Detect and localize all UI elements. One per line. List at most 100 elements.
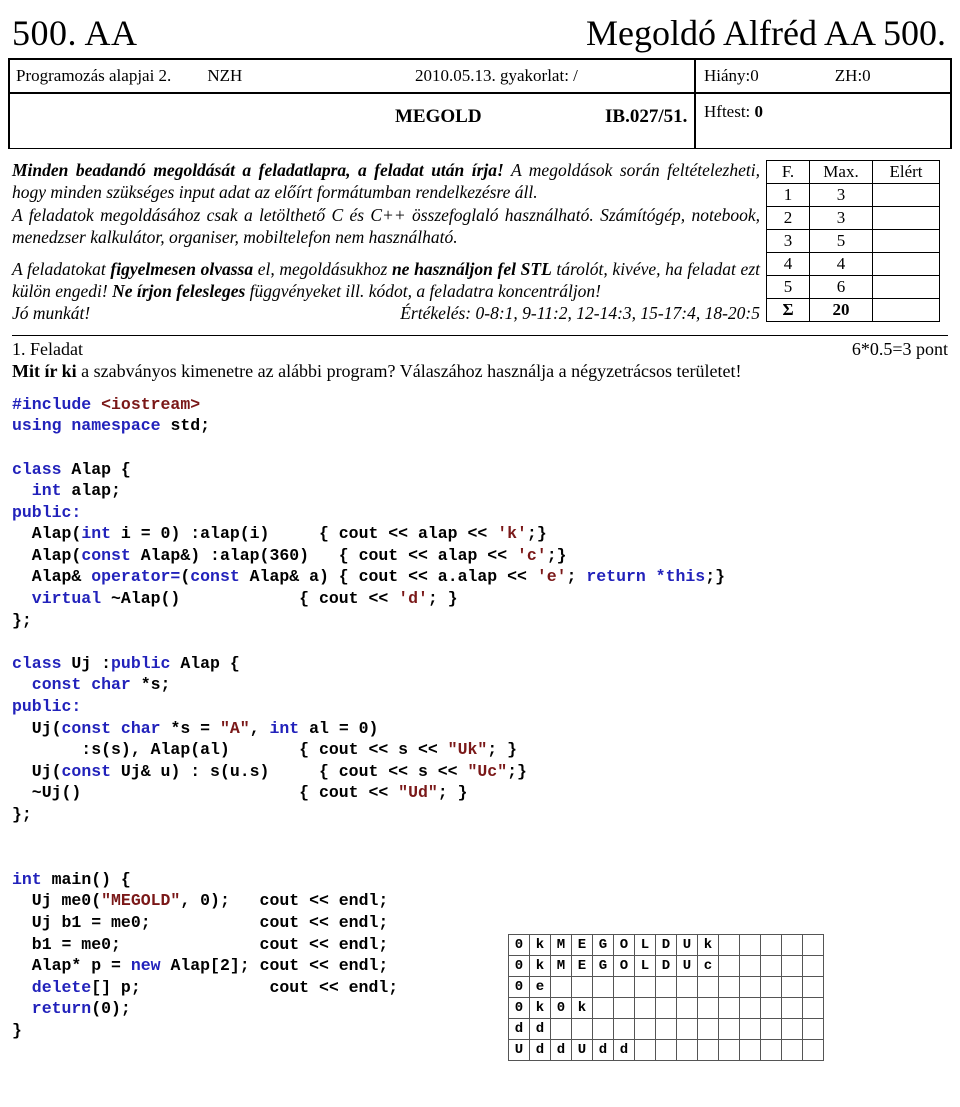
answer-grid-cell[interactable] bbox=[655, 1039, 677, 1061]
answer-grid-cell[interactable] bbox=[739, 1018, 761, 1040]
answer-grid-cell[interactable] bbox=[676, 997, 698, 1019]
answer-grid-cell[interactable]: d bbox=[508, 1018, 530, 1040]
answer-grid-cell[interactable] bbox=[718, 934, 740, 956]
answer-grid-cell[interactable] bbox=[781, 976, 803, 998]
answer-grid-cell[interactable] bbox=[718, 1039, 740, 1061]
answer-grid-cell[interactable] bbox=[802, 955, 824, 977]
answer-grid-cell[interactable] bbox=[802, 976, 824, 998]
answer-grid-cell[interactable] bbox=[571, 1018, 593, 1040]
score-row-3-elert[interactable] bbox=[872, 229, 940, 253]
answer-grid-cell[interactable] bbox=[592, 997, 614, 1019]
answer-grid-cell[interactable] bbox=[634, 1039, 656, 1061]
answer-grid-cell[interactable] bbox=[760, 1018, 782, 1040]
answer-grid-table[interactable]: 0kMEGOLDUk0kMEGOLDUc0e0k0kddUddUdd bbox=[508, 934, 824, 1061]
answer-grid-cell[interactable] bbox=[760, 955, 782, 977]
answer-grid-cell[interactable]: c bbox=[697, 955, 719, 977]
answer-grid-cell[interactable]: e bbox=[529, 976, 551, 998]
answer-grid-cell[interactable]: d bbox=[529, 1018, 551, 1040]
answer-grid-cell[interactable] bbox=[655, 1018, 677, 1040]
answer-grid-cell[interactable] bbox=[697, 997, 719, 1019]
answer-grid-cell[interactable]: k bbox=[571, 997, 593, 1019]
answer-grid-cell[interactable] bbox=[781, 1018, 803, 1040]
answer-grid-cell[interactable]: U bbox=[676, 955, 698, 977]
answer-grid-cell[interactable]: k bbox=[529, 934, 551, 956]
hftest-label: Hftest: bbox=[704, 102, 751, 121]
answer-grid-cell[interactable] bbox=[550, 1018, 572, 1040]
answer-grid-cell[interactable] bbox=[781, 997, 803, 1019]
answer-grid-cell[interactable]: E bbox=[571, 955, 593, 977]
answer-grid-cell[interactable] bbox=[634, 997, 656, 1019]
answer-grid-cell[interactable] bbox=[550, 976, 572, 998]
answer-grid-cell[interactable]: L bbox=[634, 955, 656, 977]
answer-grid-cell[interactable] bbox=[781, 1039, 803, 1061]
answer-grid-cell[interactable] bbox=[760, 1039, 782, 1061]
score-row-4-elert[interactable] bbox=[872, 252, 940, 276]
answer-grid-cell[interactable]: 0 bbox=[508, 976, 530, 998]
score-sum-elert[interactable] bbox=[872, 298, 940, 322]
answer-grid-cell[interactable] bbox=[739, 997, 761, 1019]
answer-grid-cell[interactable] bbox=[802, 934, 824, 956]
answer-grid-cell[interactable]: k bbox=[529, 997, 551, 1019]
answer-grid-cell[interactable] bbox=[760, 997, 782, 1019]
answer-grid-cell[interactable] bbox=[802, 997, 824, 1019]
answer-grid-cell[interactable]: 0 bbox=[550, 997, 572, 1019]
answer-grid-cell[interactable] bbox=[592, 1018, 614, 1040]
answer-grid-cell[interactable]: k bbox=[529, 955, 551, 977]
answer-grid-cell[interactable] bbox=[718, 955, 740, 977]
answer-grid-cell[interactable]: 0 bbox=[508, 934, 530, 956]
answer-grid-cell[interactable] bbox=[739, 976, 761, 998]
answer-grid-cell[interactable]: U bbox=[676, 934, 698, 956]
answer-grid-cell[interactable]: d bbox=[613, 1039, 635, 1061]
answer-grid-cell[interactable] bbox=[592, 976, 614, 998]
answer-grid-cell[interactable]: O bbox=[613, 955, 635, 977]
answer-grid-cell[interactable]: M bbox=[550, 934, 572, 956]
answer-grid-cell[interactable]: U bbox=[571, 1039, 593, 1061]
answer-grid-cell[interactable] bbox=[802, 1018, 824, 1040]
answer-grid-cell[interactable] bbox=[718, 976, 740, 998]
code-token: Alap { bbox=[170, 653, 240, 673]
answer-grid-cell[interactable] bbox=[697, 1018, 719, 1040]
answer-grid-cell[interactable] bbox=[697, 1039, 719, 1061]
score-row-5-elert[interactable] bbox=[872, 275, 940, 299]
answer-grid-cell[interactable]: O bbox=[613, 934, 635, 956]
answer-grid-cell[interactable]: G bbox=[592, 955, 614, 977]
answer-grid-cell[interactable] bbox=[634, 1018, 656, 1040]
answer-grid-cell[interactable] bbox=[676, 976, 698, 998]
answer-grid-cell[interactable]: M bbox=[550, 955, 572, 977]
answer-grid-cell[interactable] bbox=[760, 976, 782, 998]
answer-grid-cell[interactable]: G bbox=[592, 934, 614, 956]
answer-grid-cell[interactable]: d bbox=[592, 1039, 614, 1061]
answer-grid-cell[interactable]: D bbox=[655, 955, 677, 977]
answer-grid-cell[interactable] bbox=[676, 1039, 698, 1061]
answer-grid-cell[interactable] bbox=[613, 976, 635, 998]
answer-grid-cell[interactable] bbox=[781, 934, 803, 956]
answer-grid-cell[interactable] bbox=[634, 976, 656, 998]
answer-grid-cell[interactable] bbox=[781, 955, 803, 977]
score-row-2-elert[interactable] bbox=[872, 206, 940, 230]
answer-grid-cell[interactable]: d bbox=[529, 1039, 551, 1061]
answer-grid-cell[interactable] bbox=[655, 976, 677, 998]
answer-grid-cell[interactable]: U bbox=[508, 1039, 530, 1061]
answer-grid-cell[interactable] bbox=[613, 1018, 635, 1040]
answer-grid-cell[interactable] bbox=[739, 1039, 761, 1061]
answer-grid-cell[interactable] bbox=[676, 1018, 698, 1040]
answer-grid-cell[interactable]: 0 bbox=[508, 955, 530, 977]
answer-grid-cell[interactable] bbox=[739, 934, 761, 956]
answer-grid-cell[interactable]: D bbox=[655, 934, 677, 956]
score-row-1-elert[interactable] bbox=[872, 183, 940, 207]
answer-grid-cell[interactable]: d bbox=[550, 1039, 572, 1061]
answer-grid-cell[interactable] bbox=[760, 934, 782, 956]
answer-grid-cell[interactable] bbox=[571, 976, 593, 998]
answer-grid-cell[interactable]: E bbox=[571, 934, 593, 956]
answer-grid-cell[interactable]: L bbox=[634, 934, 656, 956]
answer-grid-cell[interactable] bbox=[739, 955, 761, 977]
answer-grid-cell[interactable]: 0 bbox=[508, 997, 530, 1019]
answer-grid-cell[interactable] bbox=[613, 997, 635, 1019]
code-token: 'e' bbox=[536, 567, 567, 587]
answer-grid-cell[interactable] bbox=[802, 1039, 824, 1061]
answer-grid-cell[interactable] bbox=[697, 976, 719, 998]
answer-grid-cell[interactable] bbox=[718, 1018, 740, 1040]
answer-grid-cell[interactable]: k bbox=[697, 934, 719, 956]
answer-grid-cell[interactable] bbox=[718, 997, 740, 1019]
answer-grid-cell[interactable] bbox=[655, 997, 677, 1019]
